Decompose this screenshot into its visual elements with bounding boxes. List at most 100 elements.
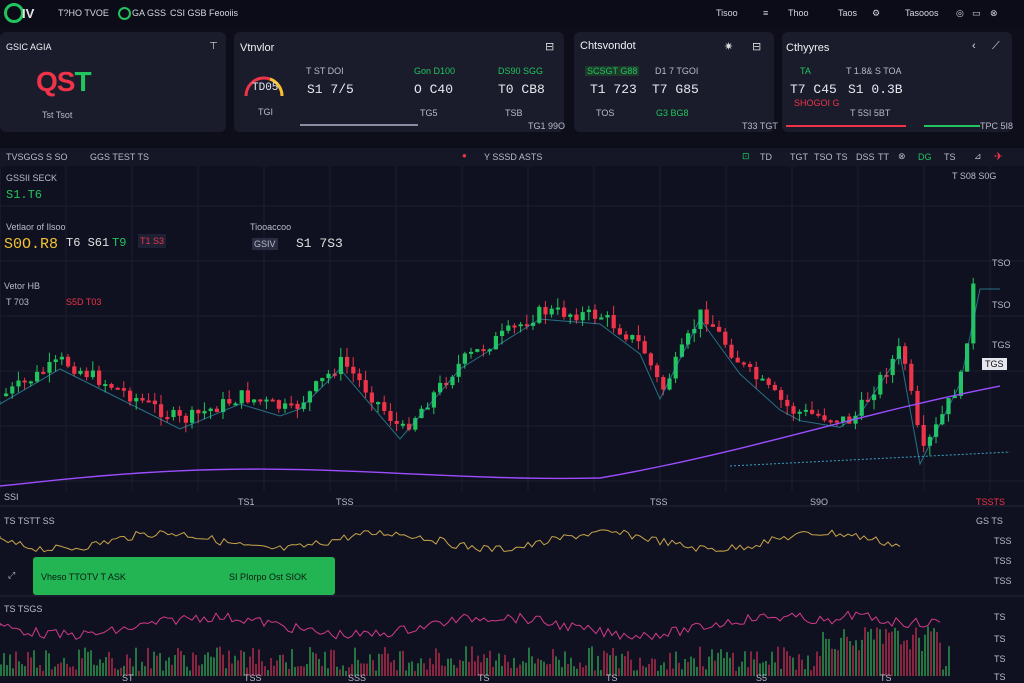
card-currency-value-1: T7 C45 [790,82,837,97]
candle-body [78,370,83,374]
chart-symbol[interactable]: TVSGGS S SO [6,152,68,162]
help-icon[interactable]: ◎ [956,8,964,19]
volume-bar [69,667,71,676]
candle-body [717,326,722,332]
expand-icon[interactable]: ⊟ [545,40,554,53]
tool-6[interactable]: TT [878,152,889,162]
axis-label-1: TSO [992,258,1011,268]
sub2-x-4: TS [478,673,490,683]
tool-4[interactable]: TS [836,152,848,162]
close-icon[interactable]: ⊗ [990,8,998,19]
tool-3[interactable]: TSO [814,152,833,162]
volume-bar [900,644,902,676]
candle-body [314,381,319,392]
topnav-right-3[interactable]: Taos [838,8,857,18]
volume-bar [453,664,455,676]
overlay-price-4b: S5D T03 [66,297,102,307]
star-icon[interactable]: ✷ [724,40,733,53]
tool-7[interactable]: DG [918,152,932,162]
topnav-right-2[interactable]: Thoo [788,8,809,18]
volume-bar [774,662,776,676]
candle-body [252,399,257,403]
chart-range[interactable]: Y SSSD ASTS [484,152,542,162]
volume-bar [267,670,269,676]
volume-bar [222,654,224,676]
volume-bar [600,670,602,676]
candle-body [562,307,567,317]
volume-bar [432,664,434,676]
topnav-item-2[interactable]: GA GSS [132,8,166,18]
candle-body [326,373,331,379]
volume-bar [366,663,368,676]
candle-body [822,415,827,421]
status-icon [118,7,131,20]
topnav-right-1[interactable]: Tisoo [716,8,738,18]
chart-interval[interactable]: GGS TEST TS [90,152,149,162]
tool-2[interactable]: TGT [790,152,808,162]
sub2-axis-2: TS [994,634,1006,644]
volume-bar [942,669,944,676]
candle-body [655,365,660,378]
chart-tool-icon[interactable]: ⤢ [8,570,15,581]
filter-icon[interactable]: ⊤ [209,41,218,52]
pin-icon[interactable]: ⟋ [992,40,1000,53]
topnav-right-4[interactable]: Tasooos [905,8,939,18]
minimize-icon[interactable]: ▭ [972,8,981,19]
tool-5[interactable]: DSS [856,152,875,162]
candle-body [518,324,523,327]
candle-body [915,390,920,425]
topnav-item-1[interactable]: T?HO TVOE [58,8,109,18]
volume-bar [216,647,218,676]
volume-bar [603,650,605,676]
candle-body [320,378,325,382]
settings-icon[interactable]: ⚙ [872,8,880,19]
tool-icon-1[interactable]: ⊡ [742,151,750,162]
tool-1[interactable]: TD [760,152,772,162]
volume-bar [558,659,560,676]
back-icon[interactable]: ‹ [972,40,976,52]
card-currency-foot: T 5SI 5BT [850,108,891,118]
app-logo-icon[interactable] [4,3,24,23]
volume-bar [732,652,734,676]
volume-bar [660,665,662,676]
tool-8[interactable]: TS [944,152,956,162]
volume-bar [147,647,149,676]
candle-body [543,306,548,315]
green-bar [924,125,980,127]
volume-bar [861,639,863,676]
volume-bar [498,653,500,676]
volume-bar [240,650,242,676]
candle-body [766,378,771,385]
candle-body [202,411,207,414]
menu-icon[interactable]: ≡ [763,8,768,18]
card-currency-footer: TPC 5I8 [980,121,1014,131]
volume-bar [936,631,938,676]
candle-body [797,411,802,414]
volume-bar [852,645,854,676]
volume-bar [729,657,731,676]
candle-body [152,400,157,405]
candle-body [177,410,182,416]
candle-body [134,398,139,402]
candle-body [121,388,126,391]
expand-icon-2[interactable]: ⊟ [752,40,761,53]
volume-bar [39,665,41,676]
volume-bar [30,657,32,676]
volume-bar [48,653,50,676]
volume-bar [573,666,575,676]
volume-bar [165,660,167,676]
volume-bar [597,655,599,676]
notification-toast[interactable]: Vheso TTOTV T ASK SI PIorpo Ost SIOK [33,557,335,595]
volume-bar [696,666,698,676]
volume-bar [819,656,821,676]
tool-icon-2[interactable]: ⊗ [898,151,906,162]
volume-bar [867,631,869,676]
tool-icon-4[interactable]: ✈ [994,150,1003,163]
volume-bar [444,666,446,676]
volume-bar [504,654,506,676]
topnav-item-3[interactable]: CSI GSB Feooiis [170,8,238,18]
volume-bar [417,663,419,676]
tool-icon-3[interactable]: ⊿ [974,151,982,162]
volume-bar [807,655,809,676]
volume-bar [237,660,239,676]
